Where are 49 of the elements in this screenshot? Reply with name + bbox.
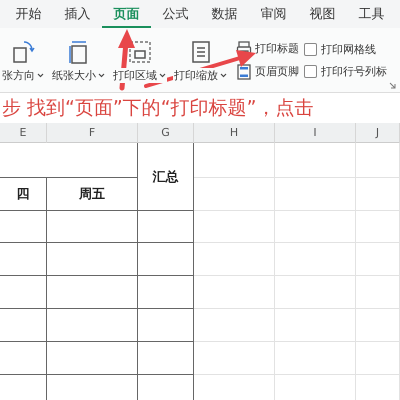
checkbox[interactable]: 打印网格线 [304,40,387,58]
table-cell [138,342,194,375]
table-cell [356,178,400,211]
checkbox-square[interactable] [304,42,317,56]
table-cell [0,243,47,276]
table-cell [356,342,400,375]
expand-icon[interactable] [389,82,396,89]
ribbon-tab[interactable]: 数据 [200,0,249,28]
checkbox-square[interactable] [304,64,317,78]
checkbox-label: 打印网格线 [321,42,376,56]
ribbon-tab[interactable]: 公式 [151,0,200,28]
table-cell [0,276,47,309]
print-area-icon [126,38,152,64]
table-cell [0,342,47,375]
table-cell-text: 汇总 [152,168,178,186]
table-cell [0,309,47,342]
ribbon-button[interactable]: 页眉页脚 [234,62,301,80]
ribbon-button[interactable]: 张方向 [0,28,48,92]
table-cell-text: 周五 [79,186,105,203]
ribbon-tab[interactable]: 视图 [298,0,347,28]
column-header[interactable]: J [356,123,400,143]
table-cell [138,309,194,342]
table-cell [356,211,400,243]
ribbon-tab[interactable]: 页面 [102,0,151,28]
ribbon-tab[interactable]: 工具 [347,0,396,28]
caret-icon [98,72,105,78]
ribbon-tab[interactable]: 插入 [53,0,102,28]
ribbon-button[interactable]: 打印缩放 [170,28,231,92]
column-header[interactable]: E [0,123,47,143]
table-cell-text: 四 [16,186,30,203]
table-cell [356,276,400,309]
column-header[interactable]: I [275,123,356,143]
checkbox-label: 打印行号列标 [321,64,387,78]
table-cell [138,243,194,276]
table-cell [356,143,400,178]
table-cell [356,309,400,342]
column-header[interactable]: G [138,123,194,143]
column-header[interactable]: F [47,123,138,143]
table-cell [138,276,194,309]
caret-icon [220,72,227,78]
checkbox[interactable]: 打印行号列标 [304,62,387,80]
header-footer-icon [236,64,252,80]
column-header[interactable]: H [194,123,275,143]
table-cell [356,243,400,276]
caret-icon [37,72,44,78]
ribbon-button[interactable]: 纸张大小 [48,28,109,92]
ribbon-tab[interactable]: 开始 [4,0,53,28]
ribbon-tab[interactable]: 审阅 [249,0,298,28]
caret-icon [159,72,166,78]
